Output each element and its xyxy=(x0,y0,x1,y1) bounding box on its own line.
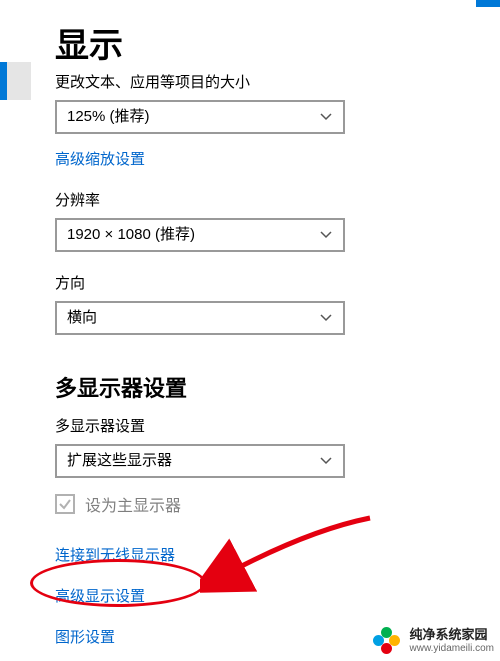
resolution-select[interactable]: 1920 × 1080 (推荐) xyxy=(55,218,345,252)
primary-monitor-checkbox-label: 设为主显示器 xyxy=(85,492,181,516)
primary-monitor-checkbox-row: 设为主显示器 xyxy=(55,492,484,516)
orientation-select[interactable]: 横向 xyxy=(55,301,345,335)
nav-rail-active-indicator xyxy=(0,62,7,100)
advanced-display-settings-link[interactable]: 高级显示设置 xyxy=(55,585,484,606)
resolution-select-value: 1920 × 1080 (推荐) xyxy=(67,218,195,252)
page-title: 显示 xyxy=(55,18,484,67)
orientation-select-value: 横向 xyxy=(67,301,97,335)
connect-wireless-display-link[interactable]: 连接到无线显示器 xyxy=(55,544,484,565)
multi-monitor-label: 多显示器设置 xyxy=(55,415,484,436)
advanced-scaling-link[interactable]: 高级缩放设置 xyxy=(55,148,145,169)
watermark-url: www.yidameili.com xyxy=(410,643,494,654)
resolution-label: 分辨率 xyxy=(55,189,484,210)
settings-panel: 显示 更改文本、应用等项目的大小 125% (推荐) 高级缩放设置 分辨率 19… xyxy=(31,0,500,661)
watermark: 纯净系统家园 www.yidameili.com xyxy=(373,627,494,655)
multi-monitor-select[interactable]: 扩展这些显示器 xyxy=(55,444,345,478)
watermark-title: 纯净系统家园 xyxy=(410,628,494,642)
scale-select-value: 125% (推荐) xyxy=(67,100,150,134)
orientation-label: 方向 xyxy=(55,272,484,293)
nav-rail xyxy=(0,0,31,661)
scale-select[interactable]: 125% (推荐) xyxy=(55,100,345,134)
multi-monitor-heading: 多显示器设置 xyxy=(55,371,484,403)
multi-monitor-select-value: 扩展这些显示器 xyxy=(67,444,172,478)
chevron-down-icon xyxy=(319,110,333,124)
chevron-down-icon xyxy=(319,311,333,325)
chevron-down-icon xyxy=(319,454,333,468)
scale-section-label: 更改文本、应用等项目的大小 xyxy=(55,71,484,92)
chevron-down-icon xyxy=(319,228,333,242)
primary-monitor-checkbox[interactable] xyxy=(55,494,75,514)
watermark-logo-icon xyxy=(373,627,401,655)
